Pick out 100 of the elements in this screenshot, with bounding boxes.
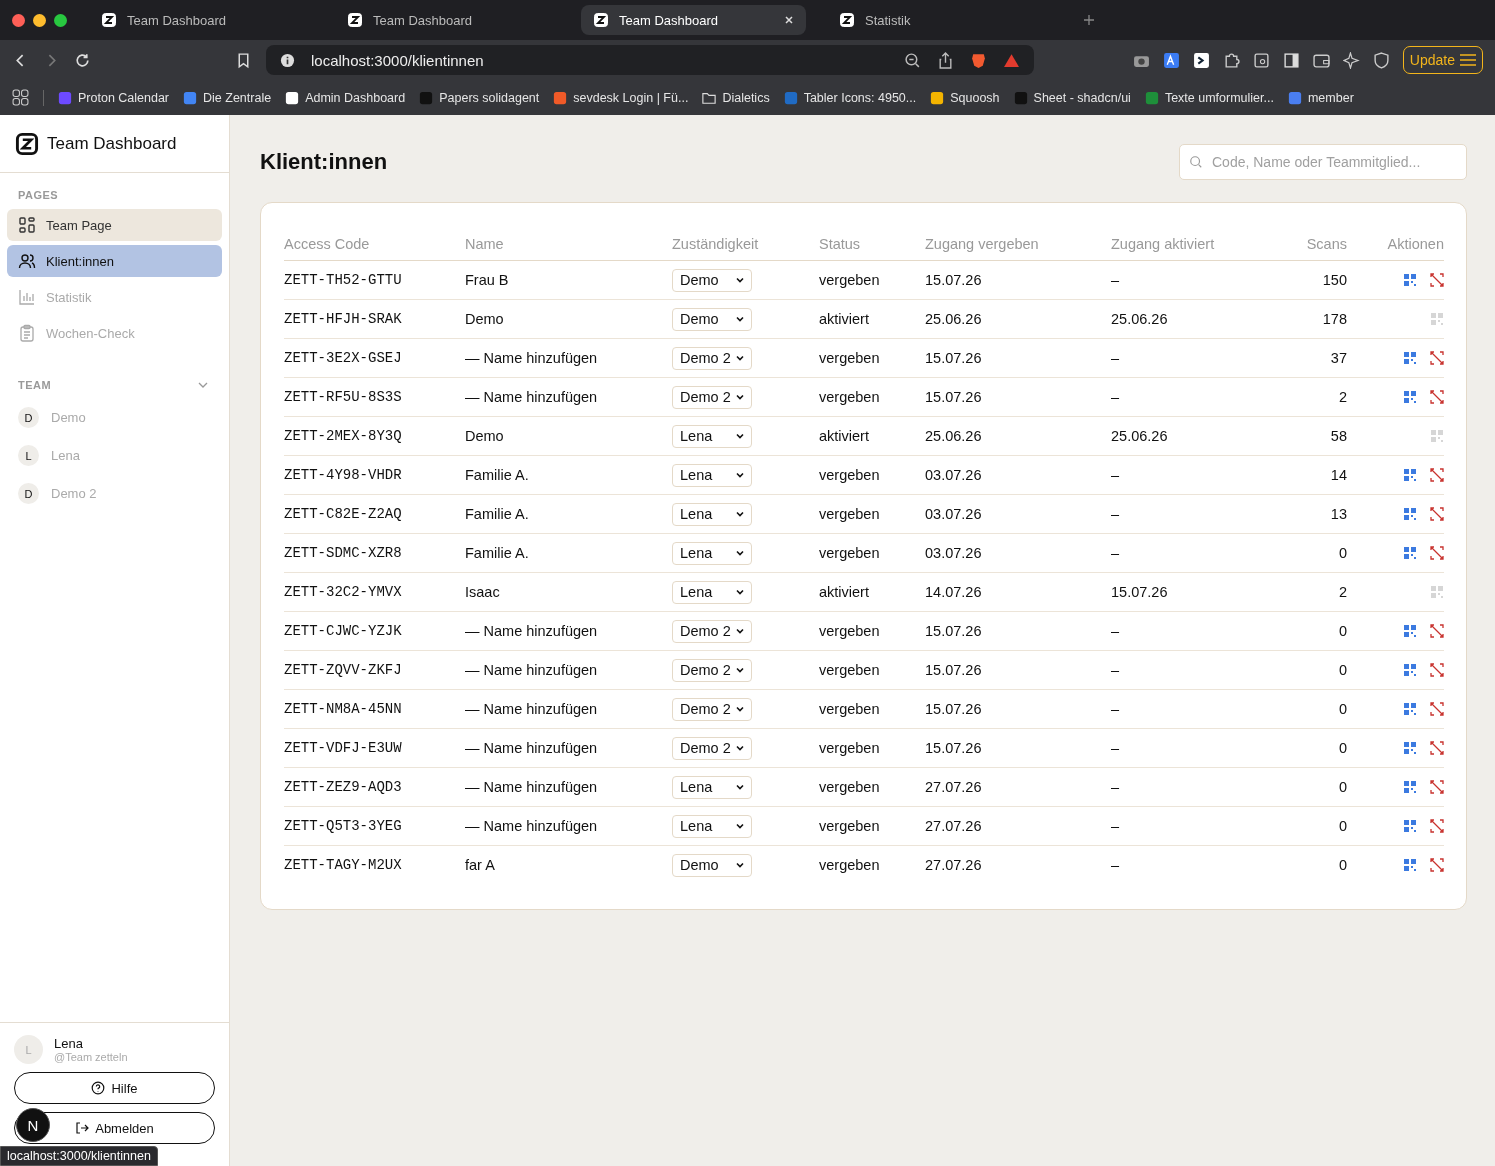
qr-code-off-icon[interactable] bbox=[1430, 702, 1444, 716]
translate-icon[interactable] bbox=[1162, 51, 1180, 69]
share-icon[interactable] bbox=[937, 51, 954, 69]
browser-tab[interactable]: Statistik bbox=[827, 5, 1052, 35]
qr-code-icon[interactable] bbox=[1403, 663, 1417, 677]
browser-tab[interactable]: Team Dashboard bbox=[335, 5, 560, 35]
qr-code-icon[interactable] bbox=[1403, 702, 1417, 716]
logo-icon bbox=[839, 12, 855, 28]
info-icon[interactable] bbox=[280, 52, 295, 68]
assignee-dropdown[interactable]: Lena bbox=[672, 814, 752, 838]
zoom-window-icon[interactable] bbox=[54, 13, 67, 27]
address-bar[interactable]: localhost:3000/klientinnen bbox=[266, 45, 1034, 75]
bookmark-item[interactable]: Die Zentrale bbox=[183, 90, 272, 105]
qr-code-icon[interactable] bbox=[1403, 390, 1417, 404]
browser-tab[interactable]: Team Dashboard bbox=[89, 5, 314, 35]
help-button[interactable]: Hilfe bbox=[14, 1072, 215, 1104]
sparkle-icon[interactable] bbox=[1342, 51, 1360, 69]
bookmark-item[interactable]: Dialetics bbox=[702, 90, 770, 105]
assignee-dropdown[interactable]: Demo 2 bbox=[672, 736, 752, 760]
team-member[interactable]: D Demo 2 bbox=[0, 477, 229, 510]
bookmark-item[interactable]: Tabler Icons: 4950... bbox=[783, 90, 917, 105]
qr-code-icon[interactable] bbox=[1403, 741, 1417, 755]
assignee-dropdown[interactable]: Demo bbox=[672, 307, 752, 331]
table-cell-text: vergeben bbox=[819, 857, 881, 873]
wallet-icon[interactable] bbox=[1312, 51, 1330, 69]
qr-code-off-icon[interactable] bbox=[1430, 819, 1444, 833]
bookmark-item[interactable]: Squoosh bbox=[930, 90, 1000, 105]
triangle-icon[interactable] bbox=[1003, 51, 1020, 69]
bookmark-item[interactable]: Texte umformulier... bbox=[1144, 90, 1274, 105]
qr-code-icon[interactable] bbox=[1403, 351, 1417, 365]
assignee-dropdown[interactable]: Lena bbox=[672, 463, 752, 487]
assignee-dropdown[interactable]: Demo 2 bbox=[672, 619, 752, 643]
assignee-dropdown[interactable]: Lena bbox=[672, 541, 752, 565]
table-cell-text: 15.07.26 bbox=[925, 740, 983, 756]
site-icon bbox=[783, 90, 798, 105]
table-cell-text: 15.07.26 bbox=[925, 272, 983, 288]
update-button[interactable]: Update bbox=[1402, 46, 1483, 74]
qr-code-icon[interactable] bbox=[1403, 546, 1417, 560]
reload-icon[interactable] bbox=[74, 51, 91, 69]
table-cell-text: ZETT-RF5U-8S3S bbox=[284, 389, 403, 405]
assignee-dropdown[interactable]: Demo 2 bbox=[672, 658, 752, 682]
apps-icon[interactable] bbox=[12, 89, 29, 106]
qr-code-off-icon[interactable] bbox=[1430, 390, 1444, 404]
new-tab-icon[interactable] bbox=[1083, 14, 1095, 26]
minimize-window-icon[interactable] bbox=[33, 13, 46, 27]
qr-code-off-icon[interactable] bbox=[1430, 624, 1444, 638]
extension-icon[interactable] bbox=[1192, 51, 1210, 69]
assignee-dropdown[interactable]: Lena bbox=[672, 424, 752, 448]
bookmark-item[interactable]: member bbox=[1287, 90, 1354, 105]
qr-code-icon[interactable] bbox=[1403, 273, 1417, 287]
qr-code-off-icon[interactable] bbox=[1430, 858, 1444, 872]
team-member[interactable]: L Lena bbox=[0, 439, 229, 472]
qr-code-off-icon[interactable] bbox=[1430, 468, 1444, 482]
qr-code-off-icon[interactable] bbox=[1430, 507, 1444, 521]
bookmark-item[interactable]: Papers solidagent bbox=[419, 90, 540, 105]
team-member[interactable]: D Demo bbox=[0, 401, 229, 434]
puzzle-icon[interactable] bbox=[1222, 51, 1240, 69]
close-window-icon[interactable] bbox=[12, 13, 25, 27]
table-cell-text: Demo bbox=[465, 311, 505, 327]
assignee-dropdown[interactable]: Lena bbox=[672, 775, 752, 799]
assignee-dropdown[interactable]: Demo 2 bbox=[672, 385, 752, 409]
assignee-dropdown[interactable]: Demo 2 bbox=[672, 346, 752, 370]
close-tab-icon[interactable] bbox=[784, 15, 794, 25]
assignee-dropdown[interactable]: Demo 2 bbox=[672, 697, 752, 721]
qr-code-off-icon[interactable] bbox=[1430, 546, 1444, 560]
nav-item[interactable]: Klient:innen bbox=[7, 245, 222, 277]
assignee-dropdown[interactable]: Lena bbox=[672, 502, 752, 526]
column-header: Zugang aktiviert bbox=[1111, 236, 1216, 252]
bookmark-item[interactable]: Proton Calendar bbox=[58, 90, 170, 105]
assignee-dropdown[interactable]: Demo bbox=[672, 853, 752, 877]
qr-code-off-icon[interactable] bbox=[1430, 663, 1444, 677]
qr-code-off-icon[interactable] bbox=[1430, 273, 1444, 287]
shield-icon[interactable] bbox=[1372, 51, 1390, 69]
search-field[interactable]: Code, Name oder Teammitglied... bbox=[1179, 144, 1467, 180]
bookmark-item[interactable]: Admin Dashboard bbox=[285, 90, 406, 105]
assignee-dropdown[interactable]: Lena bbox=[672, 580, 752, 604]
browser-tab[interactable]: Team Dashboard bbox=[581, 5, 806, 35]
table-cell: 2 bbox=[1338, 584, 1347, 600]
bookmark-item[interactable]: sevdesk Login | Fü... bbox=[553, 90, 689, 105]
sidebar-icon[interactable] bbox=[1282, 51, 1300, 69]
qr-code-icon[interactable] bbox=[1403, 468, 1417, 482]
zoom-out-icon[interactable] bbox=[904, 51, 921, 69]
qr-code-icon[interactable] bbox=[1403, 507, 1417, 521]
qr-code-off-icon[interactable] bbox=[1430, 780, 1444, 794]
qr-code-icon[interactable] bbox=[1403, 780, 1417, 794]
table-cell-text: 25.06.26 bbox=[925, 311, 983, 327]
qr-code-icon[interactable] bbox=[1403, 624, 1417, 638]
table-cell-text: – bbox=[1111, 701, 1121, 717]
bookmark-item[interactable]: Sheet - shadcn/ui bbox=[1013, 90, 1131, 105]
table-cell-text: — Name hinzufügen bbox=[465, 818, 599, 834]
table-cell-text: – bbox=[1111, 779, 1121, 795]
qr-code-off-icon[interactable] bbox=[1430, 741, 1444, 755]
assignee-dropdown[interactable]: Demo bbox=[672, 268, 752, 292]
qr-code-icon[interactable] bbox=[1403, 858, 1417, 872]
qr-code-off-icon[interactable] bbox=[1430, 351, 1444, 365]
chevron-icon bbox=[735, 392, 745, 402]
chevron-icon bbox=[735, 548, 745, 558]
nav-item[interactable]: Team Page bbox=[7, 209, 222, 241]
qr-code-icon[interactable] bbox=[1403, 819, 1417, 833]
logo-icon bbox=[15, 131, 39, 156]
